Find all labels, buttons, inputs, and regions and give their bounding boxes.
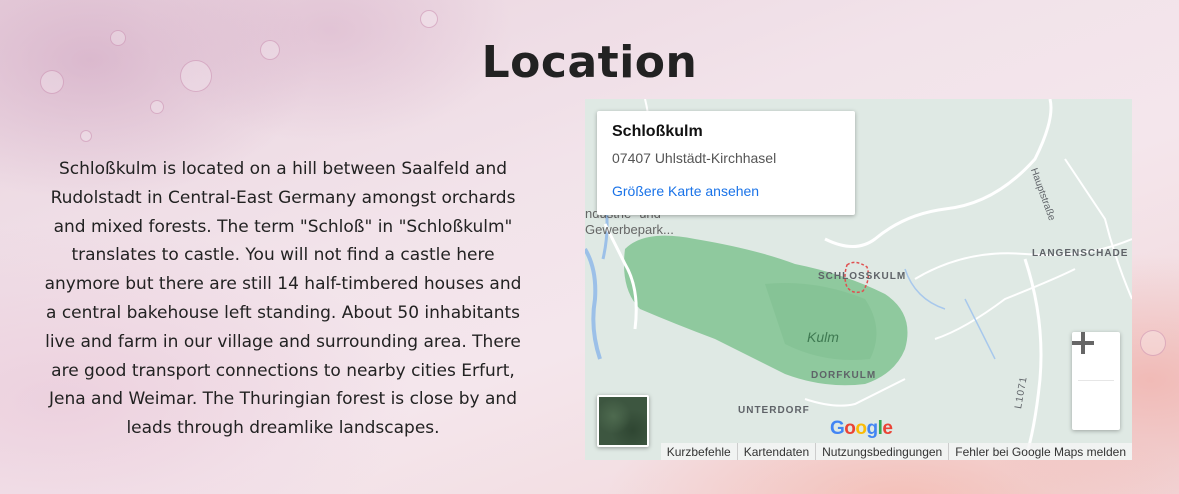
decorative-bubble (150, 100, 164, 114)
terms-link[interactable]: Nutzungsbedingungen (815, 443, 948, 460)
google-logo: Google (830, 418, 893, 439)
location-description: Schloßkulm is located on a hill between … (44, 159, 522, 439)
minus-icon (1072, 341, 1094, 345)
place-address: 07407 Uhlstädt-Kirchhasel (612, 150, 777, 166)
place-name: Schloßkulm (612, 123, 703, 140)
map-data-link[interactable]: Kartendaten (736, 443, 815, 460)
map-label-unterdorf: UNTERDORF (738, 405, 810, 416)
page-title: Location (481, 37, 698, 89)
keyboard-shortcuts-link[interactable]: Kurzbefehle (661, 443, 737, 460)
embedded-map[interactable]: ndustrie- und Gewerbepark... SCHLOSSKULM… (585, 99, 1132, 460)
satellite-view-toggle[interactable] (597, 395, 649, 447)
decorative-bubble (420, 10, 438, 28)
map-label-dorfkulm: DORFKULM (811, 370, 877, 381)
map-label-gewerbepark: Gewerbepark... (585, 222, 674, 237)
larger-map-link[interactable]: Größere Karte ansehen (612, 183, 840, 199)
decorative-bubble (80, 130, 92, 142)
map-label-schlosskulm: SCHLOSSKULM (818, 271, 907, 282)
map-attribution-bar: Kurzbefehle Kartendaten Nutzungsbedingun… (660, 443, 1132, 460)
zoom-controls (1072, 332, 1120, 430)
place-info-card: Schloßkulm 07407 Uhlstädt-Kirchhasel Grö… (597, 111, 855, 215)
decorative-bubble (1140, 330, 1166, 356)
report-error-link[interactable]: Fehler bei Google Maps melden (948, 443, 1132, 460)
map-label-langenschade: LANGENSCHADE (1032, 248, 1129, 259)
zoom-out-button[interactable] (1072, 341, 1120, 429)
map-label-kulm: Kulm (807, 329, 839, 345)
